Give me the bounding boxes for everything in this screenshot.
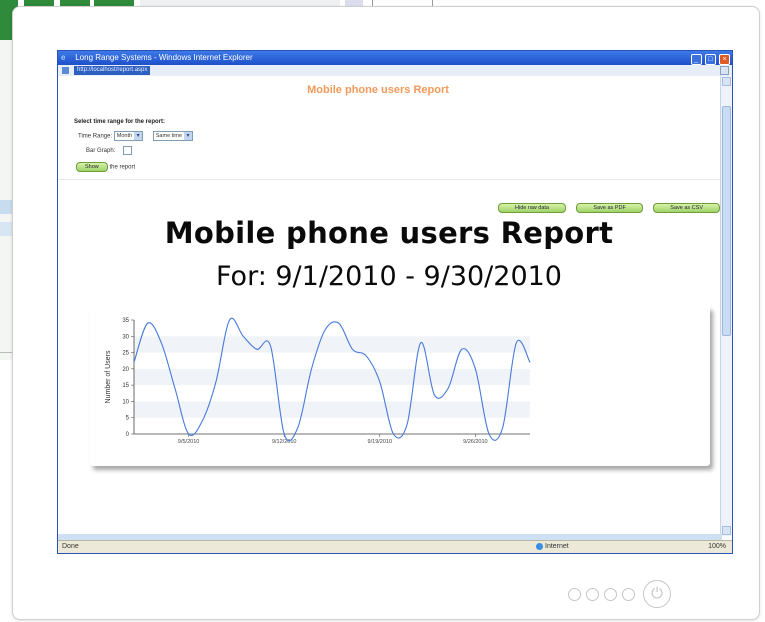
- y-tick-label: 30: [122, 334, 129, 340]
- y-tick-label: 5: [126, 416, 130, 422]
- period-select[interactable]: Same time: [152, 131, 194, 141]
- x-tick-label: 9/12/2010: [272, 439, 296, 445]
- pagination: ⏻: [568, 579, 671, 609]
- security-zone: Internet: [536, 541, 569, 552]
- security-zone-label: Internet: [545, 543, 569, 550]
- minimize-button[interactable]: _: [690, 54, 702, 65]
- page-dot[interactable]: [622, 587, 635, 601]
- bar-graph-label: Bar Graph:: [86, 148, 116, 155]
- globe-icon: [536, 542, 543, 550]
- window-title: Long Range Systems - Windows Internet Ex…: [75, 53, 253, 62]
- grid-band: [134, 368, 530, 386]
- background-panel: [0, 0, 12, 360]
- report-actions: Hide raw data Save as PDF Save as CSV: [492, 199, 720, 213]
- refresh-button[interactable]: [720, 66, 729, 75]
- status-text: Done: [62, 543, 79, 550]
- status-bar: Done Internet 100%: [58, 540, 732, 553]
- y-tick-label: 0: [126, 432, 130, 438]
- x-tick-label: 9/19/2010: [368, 439, 392, 445]
- save-csv-button[interactable]: Save as CSV: [653, 202, 720, 213]
- report-subtitle: For: 9/1/2010 - 9/30/2010: [215, 261, 562, 292]
- report-title: Mobile phone users Report: [164, 216, 614, 250]
- window-controls: _ □ ×: [690, 52, 730, 65]
- y-tick-label: 25: [122, 351, 129, 357]
- grid-band: [134, 336, 530, 353]
- page-heading: Mobile phone users Report: [307, 84, 449, 96]
- background-row: [0, 222, 12, 236]
- address-input[interactable]: http://localhost/report.aspx: [74, 66, 151, 75]
- background-divider: [0, 352, 12, 353]
- page-content: Mobile phone users Report Select time ra…: [58, 76, 720, 536]
- grid-band: [134, 401, 530, 418]
- show-suffix: the report: [109, 164, 136, 171]
- title-bar: e Long Range Systems - Windows Internet …: [58, 51, 732, 65]
- time-range-row: Time Range: Month Same time: [78, 131, 201, 141]
- scroll-thumb[interactable]: [722, 106, 731, 336]
- page-dot[interactable]: [568, 587, 581, 601]
- time-range-form-label: Select time range for the report:: [74, 119, 166, 125]
- screenshot-card: e Long Range Systems - Windows Internet …: [12, 6, 760, 620]
- save-pdf-button[interactable]: Save as PDF: [576, 202, 643, 213]
- vertical-scrollbar[interactable]: [720, 76, 732, 536]
- bar-graph-checkbox[interactable]: [123, 146, 133, 155]
- y-tick-label: 15: [122, 383, 129, 389]
- close-button[interactable]: ×: [719, 54, 730, 65]
- chart-panel: 0 5 10 15 20 25 30 35 Number of Users 9/5/2010 9/1…: [90, 306, 710, 466]
- x-tick-label: 9/5/2010: [178, 439, 199, 445]
- scroll-down-arrow-icon[interactable]: [722, 526, 731, 535]
- time-range-label: Time Range:: [78, 133, 113, 140]
- x-tick-label: 9/26/2010: [463, 439, 487, 445]
- page-dot[interactable]: [604, 587, 617, 601]
- y-tick-label: 10: [122, 399, 129, 405]
- divider: [58, 179, 720, 180]
- time-range-select[interactable]: Month: [113, 131, 144, 141]
- y-tick-label: 20: [122, 367, 129, 373]
- y-tick-label: 35: [122, 318, 129, 324]
- power-icon[interactable]: ⏻: [643, 580, 671, 608]
- maximize-button[interactable]: □: [704, 54, 716, 65]
- zoom-level[interactable]: 100%: [708, 541, 726, 552]
- line-chart: 0 5 10 15 20 25 30 35 Number of Users 9/5/2010 9/1…: [105, 317, 531, 445]
- ie-logo-icon: e: [61, 53, 66, 62]
- hide-raw-data-button[interactable]: Hide raw data: [498, 202, 566, 213]
- bar-graph-row: Bar Graph:: [86, 146, 133, 155]
- background-row: [0, 200, 12, 214]
- show-row: Show the report: [76, 162, 135, 172]
- scroll-up-arrow-icon[interactable]: [722, 77, 731, 86]
- y-axis-label: Number of Users: [105, 350, 112, 403]
- show-button[interactable]: Show: [76, 162, 108, 172]
- page-dot[interactable]: [586, 587, 599, 601]
- page-icon: [62, 67, 69, 74]
- browser-window: e Long Range Systems - Windows Internet …: [57, 50, 733, 554]
